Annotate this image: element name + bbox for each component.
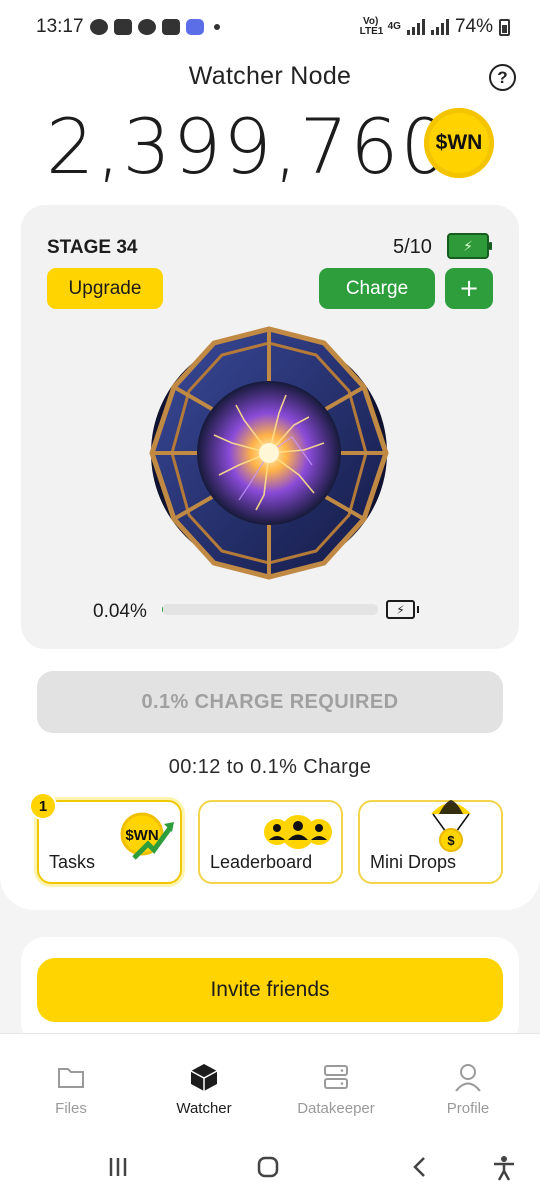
folder-icon (58, 1068, 84, 1088)
charge-required-button[interactable]: 0.1% CHARGE REQUIRED (37, 671, 503, 733)
balance-amount: 2,399,760 (46, 102, 451, 191)
nav-profile-label: Profile (446, 1100, 490, 1117)
more-notifications-icon (213, 24, 220, 30)
energy-sphere-image[interactable] (144, 325, 394, 581)
person-icon (455, 1064, 481, 1092)
charge-timer: 00:12 to 0.1% Charge (168, 756, 372, 778)
tasks-coin-label: $WN (125, 827, 158, 844)
status-right: Vo) LTE1 4G 74% (360, 16, 510, 38)
add-charge-button[interactable]: + (445, 268, 493, 309)
charge-button[interactable]: Charge (319, 268, 435, 309)
youtube-icon (161, 19, 180, 35)
bottom-nav: Files Watcher Datakeeper Profile (0, 1033, 540, 1133)
signal-icon (406, 19, 425, 35)
nav-datakeeper[interactable]: Datakeeper (288, 1034, 384, 1134)
page-title: Watcher Node (188, 62, 352, 90)
status-time: 13:17 (36, 16, 84, 37)
nav-profile[interactable]: Profile (432, 1034, 504, 1134)
parachute-coin-icon: $ (431, 800, 471, 852)
app-notification-icon (185, 19, 204, 35)
home-icon[interactable] (256, 1155, 280, 1179)
nav-watcher[interactable]: Watcher (163, 1034, 245, 1134)
drops-coin-label: $ (447, 833, 455, 848)
battery-percent: 74% (454, 16, 493, 37)
network-type-label: 4G (387, 21, 401, 32)
coin-label: $WN (435, 131, 483, 154)
nav-watcher-label: Watcher (176, 1100, 232, 1117)
status-bar: 13:17 Vo) LTE1 4G 74% (0, 0, 540, 54)
accessibility-icon[interactable] (491, 1155, 517, 1181)
mini-drops-label: Mini Drops (370, 852, 457, 872)
youtube-icon (113, 19, 132, 35)
tasks-tile[interactable]: 1 $WN Tasks (29, 792, 182, 884)
status-left: 13:17 (36, 16, 220, 38)
leaderboard-label: Leaderboard (210, 852, 313, 872)
progress-percent: 0.04% (93, 601, 147, 622)
tiktok-icon (137, 19, 156, 35)
stage-title: STAGE 34 (47, 237, 138, 258)
users-group-icon (264, 815, 332, 849)
nav-datakeeper-label: Datakeeper (297, 1100, 375, 1117)
stage-card: STAGE 34 5/10 ⚡ Upgrade Charge + 0.04% ⚡ (21, 205, 519, 649)
nav-files[interactable]: Files (35, 1034, 107, 1134)
progress-bar (162, 604, 378, 615)
charge-count: 5/10 (393, 236, 432, 258)
recent-apps-icon[interactable] (106, 1155, 130, 1179)
nav-files-label: Files (55, 1100, 87, 1117)
invite-friends-button[interactable]: Invite friends (37, 958, 503, 1022)
leaderboard-tile[interactable]: Leaderboard (198, 800, 343, 884)
battery-charge-icon: ⚡ (386, 600, 419, 619)
wn-coin-icon: $WN (424, 108, 494, 178)
signal-icon (430, 19, 449, 35)
wn-coin-arrow-icon: $WN (120, 812, 174, 860)
server-icon (324, 1065, 348, 1089)
whatsapp-icon (89, 19, 108, 35)
mini-drops-tile[interactable]: $ Mini Drops (358, 800, 503, 884)
cube-icon (190, 1064, 218, 1091)
system-nav-bar (0, 1133, 540, 1200)
tasks-badge: 1 (29, 792, 57, 820)
tasks-label: Tasks (49, 852, 96, 872)
upgrade-button[interactable]: Upgrade (47, 268, 163, 309)
volte-label: Vo) LTE1 (359, 16, 384, 37)
question-circle-icon[interactable]: ? (489, 64, 516, 91)
charged-battery-icon: ⚡ (447, 233, 492, 259)
back-icon[interactable] (408, 1155, 432, 1179)
battery-icon (499, 18, 510, 36)
